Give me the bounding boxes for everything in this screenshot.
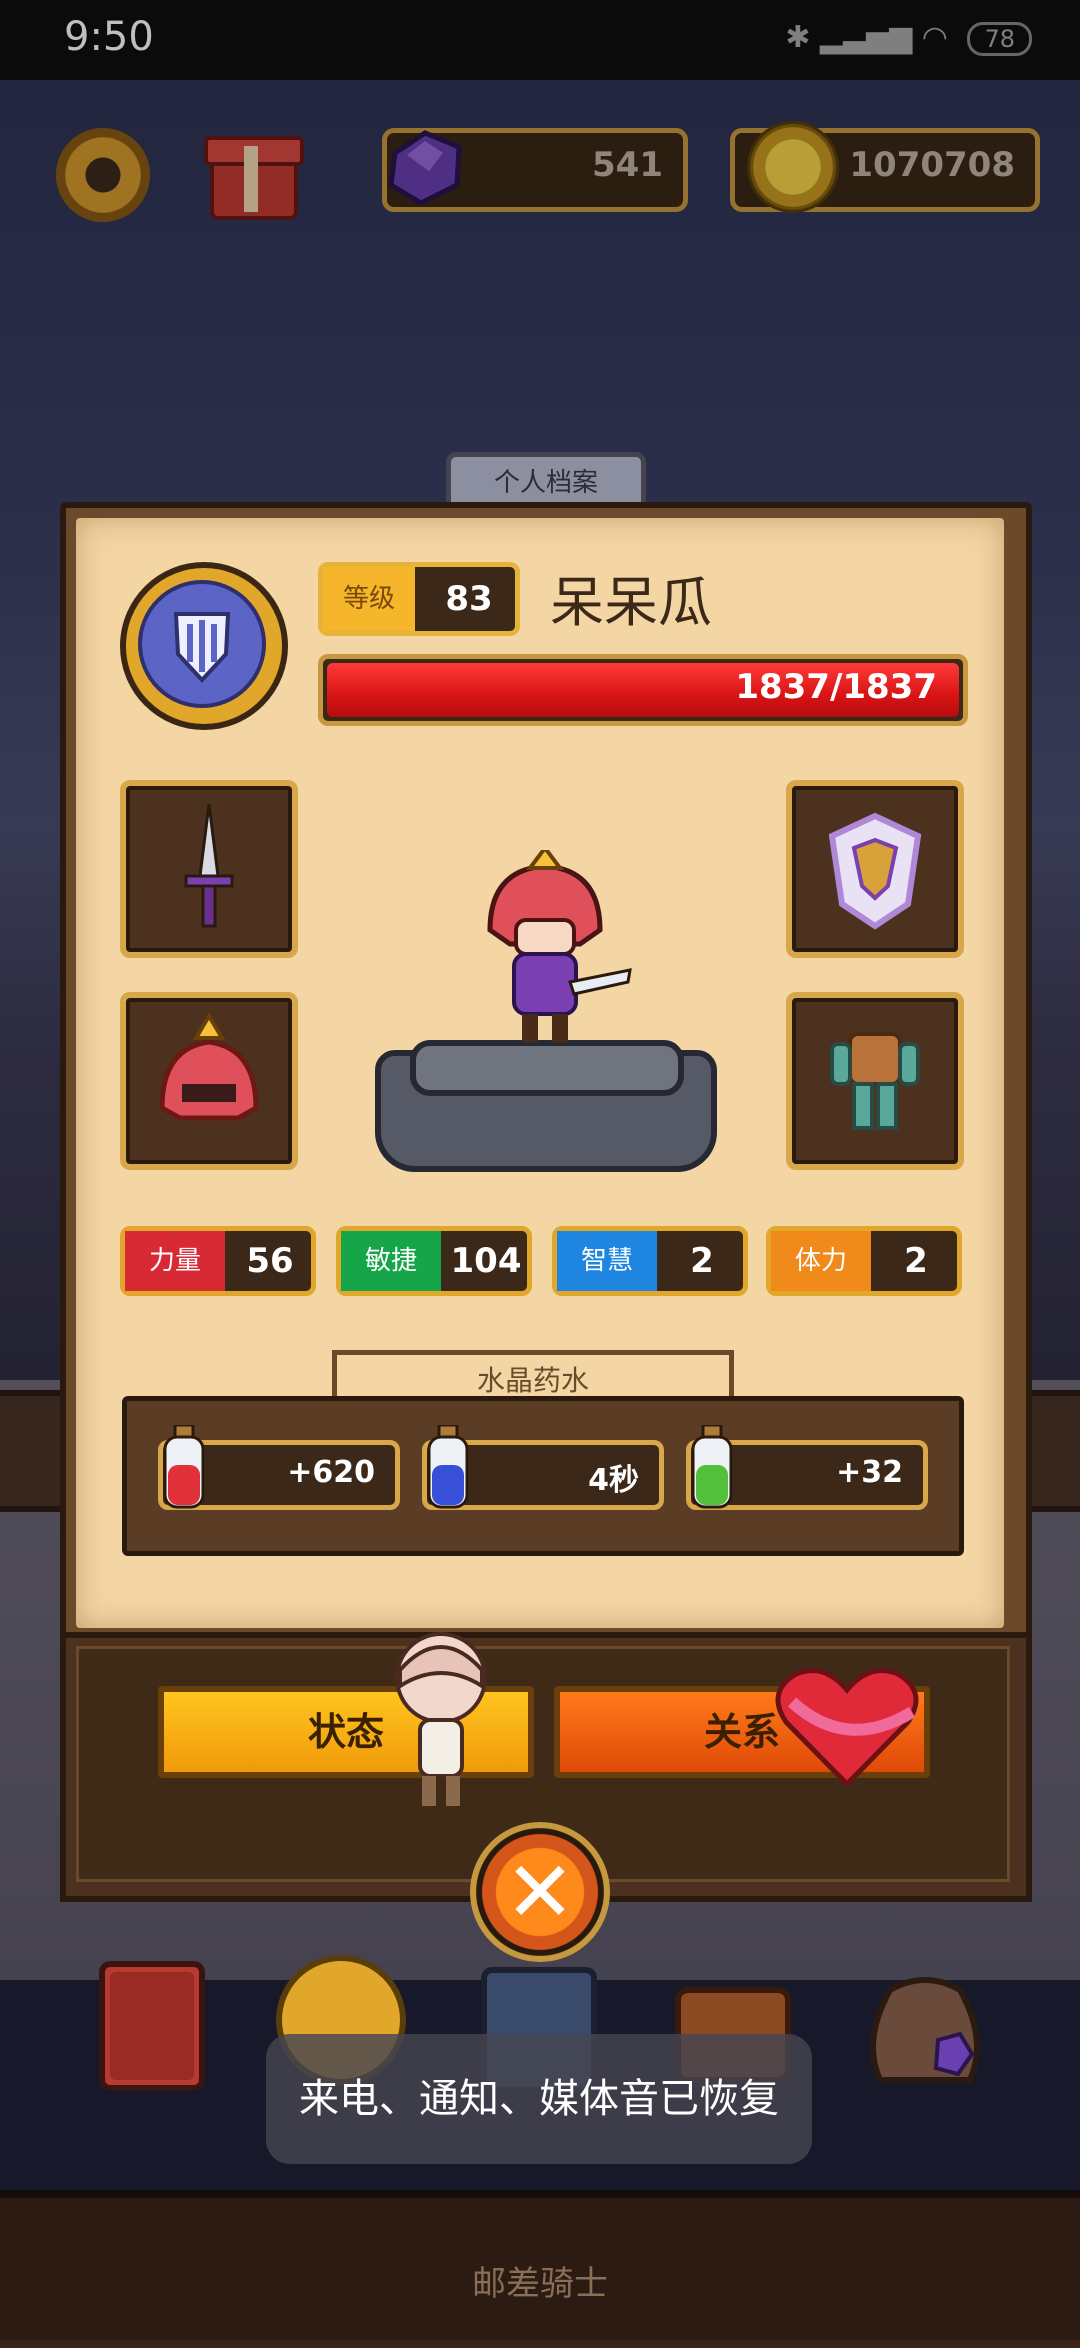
potion-time[interactable]: 4秒 (422, 1425, 664, 1510)
stat-wisdom-label: 智慧 (557, 1231, 657, 1291)
hero-character (487, 850, 632, 1042)
stat-agility-value: 104 (450, 1241, 522, 1281)
companion-character (395, 1632, 487, 1806)
stat-strength-value: 56 (246, 1241, 294, 1281)
potion-attack[interactable]: +32 (686, 1425, 928, 1510)
stat-stamina: 体力 2 (766, 1226, 962, 1296)
stat-wisdom: 智慧 2 (552, 1226, 748, 1296)
toast-message: 来电、通知、媒体音已恢复 (266, 2034, 812, 2164)
helmet-icon (159, 1012, 259, 1121)
equip-slot-weapon[interactable] (120, 780, 298, 958)
stat-stamina-label: 体力 (771, 1231, 871, 1291)
stat-strength: 力量 56 (120, 1226, 316, 1296)
guild-emblem-icon (120, 562, 288, 730)
time-potion-icon (427, 1425, 469, 1509)
book-icon[interactable] (92, 1950, 222, 2100)
potion-time-value: 4秒 (588, 1463, 639, 1498)
heart-icon (775, 1668, 919, 1788)
potion-health[interactable]: +620 (158, 1425, 400, 1510)
stat-agility-label: 敏捷 (341, 1231, 441, 1291)
player-name: 呆呆瓜 (550, 571, 712, 634)
stat-wisdom-value: 2 (690, 1241, 714, 1281)
equip-slot-outfit[interactable] (786, 992, 964, 1170)
potion-attack-value: +32 (836, 1455, 903, 1490)
close-button[interactable]: ✕ (470, 1822, 610, 1962)
potion-health-value: +620 (287, 1455, 375, 1490)
equip-slot-helmet[interactable] (120, 992, 298, 1170)
close-icon: ✕ (504, 1843, 576, 1941)
level-label: 等级 (323, 567, 415, 631)
health-potion-icon (163, 1425, 205, 1509)
treasure-bag-icon[interactable] (860, 1950, 990, 2100)
stat-agility: 敏捷 104 (336, 1226, 532, 1296)
equip-slot-armor[interactable] (786, 780, 964, 958)
outfit-icon (830, 1032, 920, 1130)
hp-text: 1837/1837 (735, 667, 937, 707)
footer-label: 邮差骑士 (472, 2264, 608, 2304)
level-value: 83 (445, 579, 493, 619)
shield-icon (138, 580, 266, 708)
attack-potion-icon (691, 1425, 733, 1509)
hp-bar: 1837/1837 (318, 654, 968, 726)
sword-icon (184, 803, 234, 928)
stat-strength-label: 力量 (125, 1231, 225, 1291)
armor-icon (828, 812, 922, 930)
stat-stamina-value: 2 (904, 1241, 928, 1281)
level-badge: 等级 83 (318, 562, 520, 636)
